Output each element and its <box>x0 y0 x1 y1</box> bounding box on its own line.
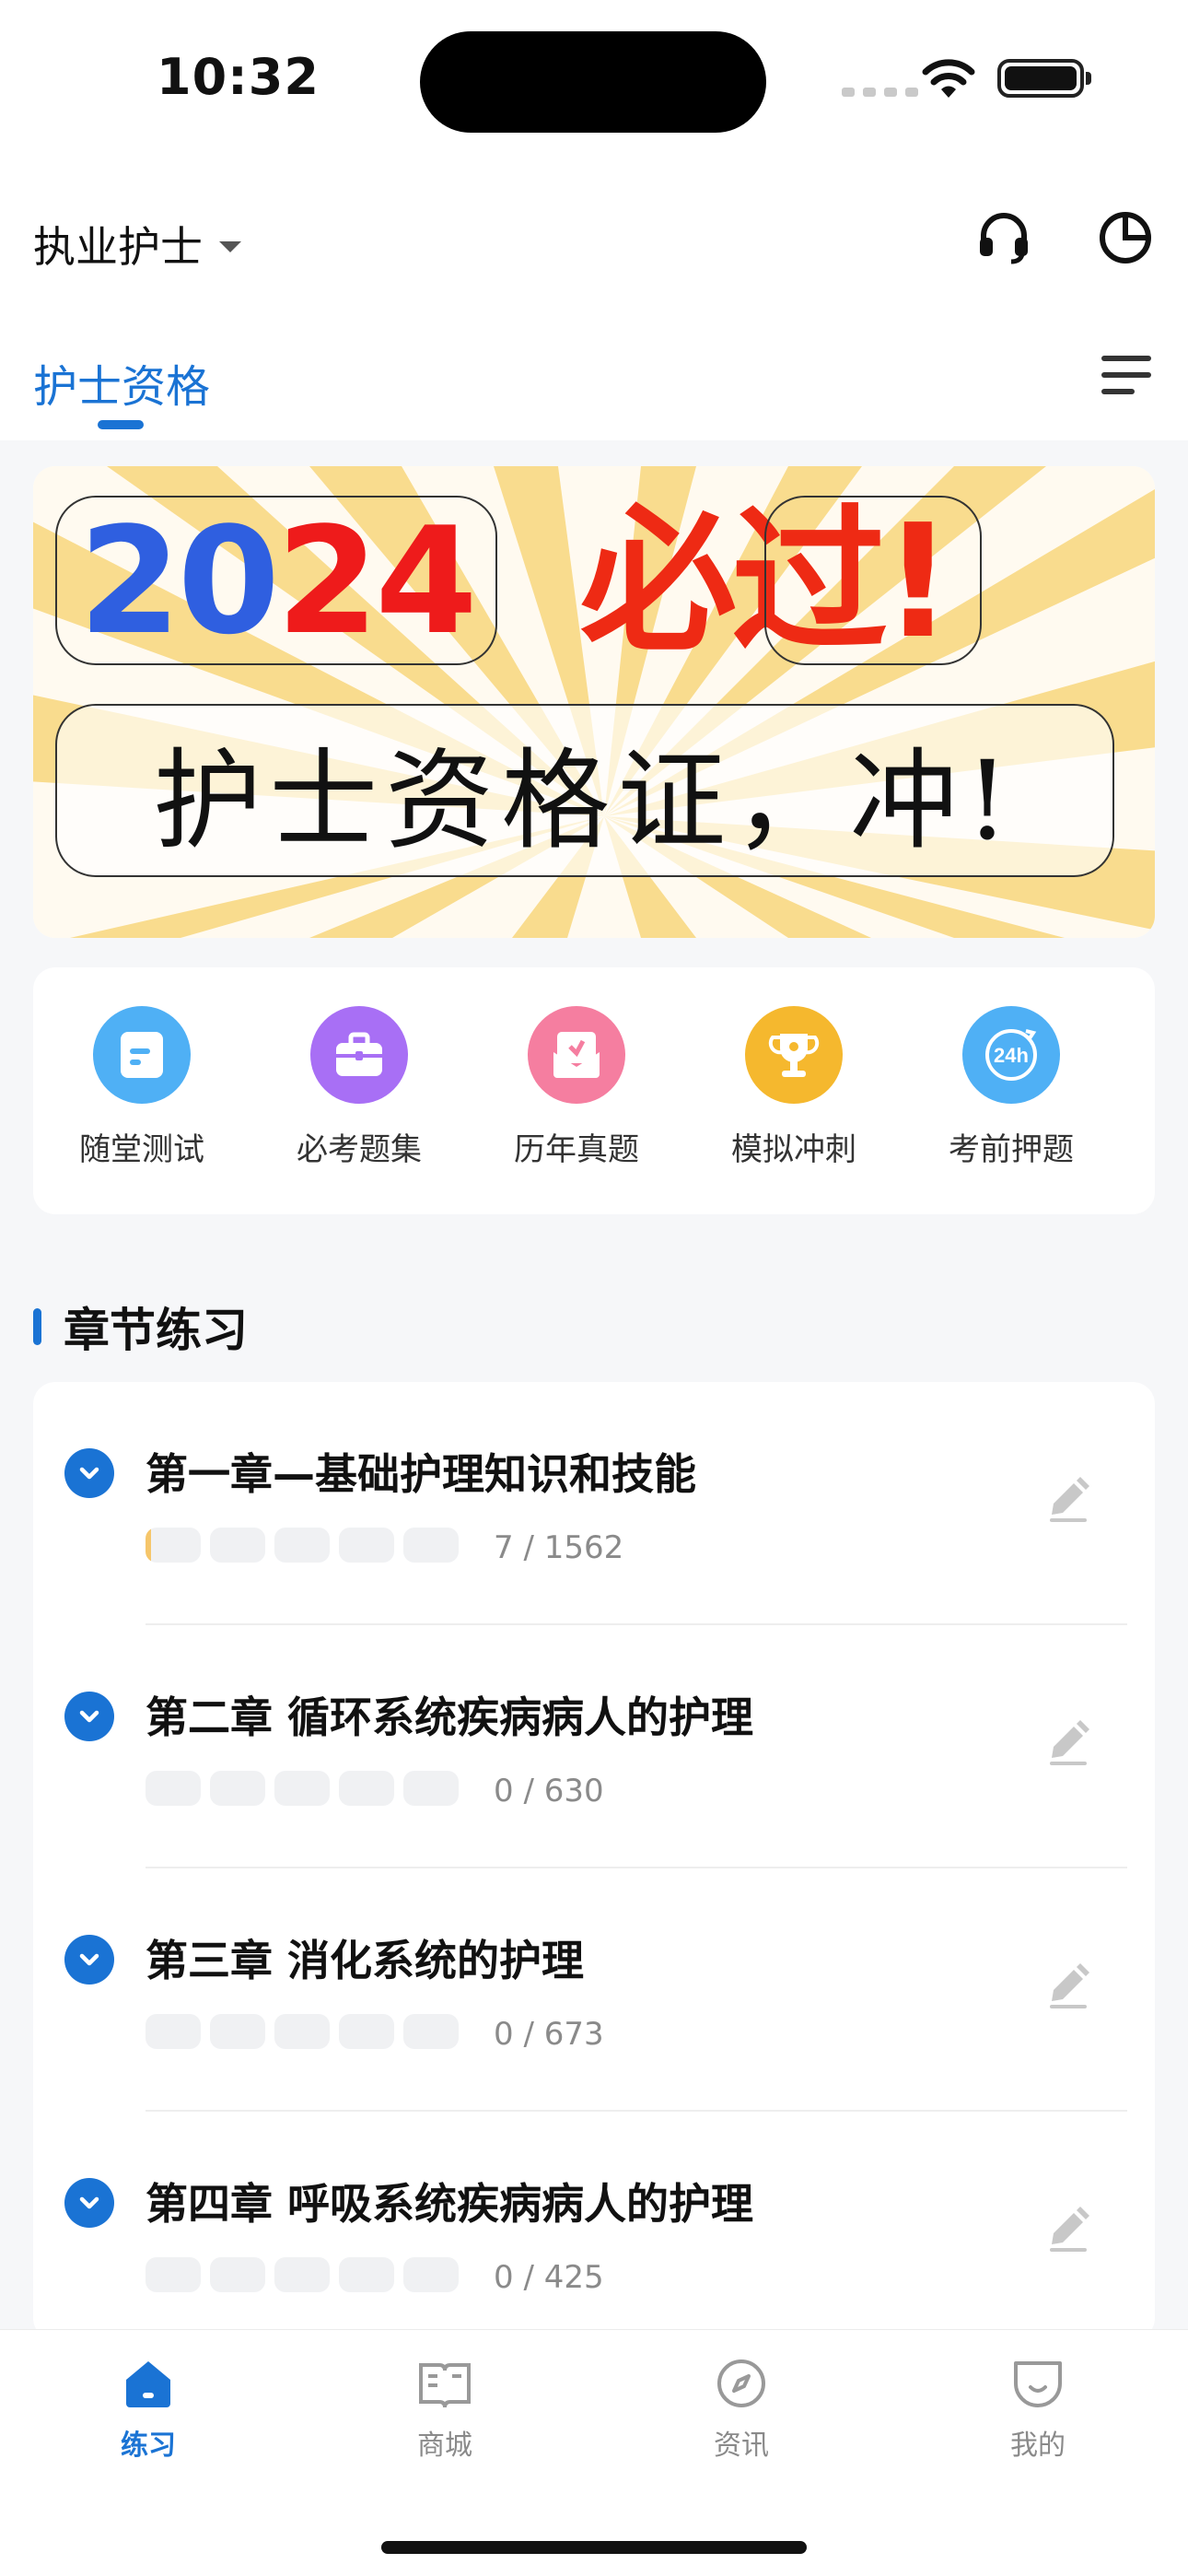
chapter-count: 0 / 630 <box>494 1773 604 1809</box>
briefcase-icon <box>310 1006 408 1104</box>
chapter-progress-bar <box>146 1771 459 1806</box>
book-open-icon <box>419 2363 471 2408</box>
chapter-title: 第三章 消化系统的护理 <box>146 1936 585 1985</box>
chapter-progress-bar <box>146 1528 459 1563</box>
headset-icon[interactable] <box>974 208 1033 267</box>
tab-mine[interactable]: 我的 <box>890 2356 1186 2463</box>
chapter-list: 第一章—基础护理知识和技能 7 / 1562 第二章 循环系统疾病病人的护理 0… <box>33 1382 1155 2340</box>
profession-selector[interactable]: 执业护士 <box>33 214 241 275</box>
smile-icon <box>1014 2361 1062 2407</box>
tab-label: 资讯 <box>714 2430 769 2462</box>
chapter-title: 第四章 呼吸系统疾病病人的护理 <box>146 2179 754 2229</box>
cellular-signal-icon <box>842 88 918 97</box>
tab-label: 练习 <box>121 2430 176 2462</box>
chapter-progress-bar <box>146 2257 459 2292</box>
chevron-down-icon[interactable] <box>64 1448 114 1498</box>
chevron-down-icon[interactable] <box>64 1692 114 1741</box>
status-time: 10:32 <box>157 48 320 106</box>
chapter-title: 第一章—基础护理知识和技能 <box>146 1449 696 1499</box>
home-icon <box>126 2361 170 2407</box>
banner-year-part-a: 20 <box>78 494 280 667</box>
banner-highlight-frame <box>764 496 982 665</box>
chevron-down-icon[interactable] <box>64 2178 114 2228</box>
home-indicator <box>381 2541 807 2554</box>
quick-action-label: 随堂测试 <box>79 1131 204 1168</box>
quick-actions-card: 随堂测试 必考题集 历年真题 模拟冲刺 24h 考前押题 <box>33 967 1155 1214</box>
list-item[interactable]: 第二章 循环系统疾病病人的护理 0 / 630 <box>33 1625 1155 1868</box>
battery-icon <box>997 59 1091 98</box>
banner-year-part-b: 24 <box>276 494 478 667</box>
tab-label: 商城 <box>417 2430 472 2462</box>
chapter-progress-bar <box>146 2014 459 2049</box>
chapter-title: 第二章 循环系统疾病病人的护理 <box>146 1692 754 1742</box>
pencil-icon[interactable] <box>1046 1715 1090 1767</box>
svg-text:24h: 24h <box>994 1044 1029 1067</box>
banner-year: 20 24 <box>55 494 497 667</box>
list-item[interactable]: 第三章 消化系统的护理 0 / 673 <box>33 1868 1155 2112</box>
mail-open-icon <box>528 1006 625 1104</box>
pencil-icon[interactable] <box>1046 2202 1090 2254</box>
bottom-tab-bar: 练习 商城 资讯 我的 <box>0 2329 1188 2576</box>
wifi-icon <box>922 59 975 98</box>
section-title: 章节练习 <box>64 1304 248 1357</box>
quick-action-past-exams[interactable]: 历年真题 <box>468 1006 685 1169</box>
profession-title: 执业护士 <box>33 222 203 272</box>
banner-slogan: 护士资格证，冲! <box>55 704 1114 877</box>
quick-action-in-class-test[interactable]: 随堂测试 <box>33 1006 250 1169</box>
tab-nurse-qualification[interactable]: 护士资格 <box>33 350 210 415</box>
quick-action-label: 考前押题 <box>949 1131 1074 1168</box>
quick-action-must-test-set[interactable]: 必考题集 <box>250 1006 468 1169</box>
status-bar: 10:32 <box>0 0 1188 157</box>
dynamic-island <box>420 31 766 133</box>
tab-label: 我的 <box>1010 2430 1066 2462</box>
pencil-icon[interactable] <box>1046 1472 1090 1524</box>
compass-icon <box>717 2359 765 2407</box>
chapter-count: 7 / 1562 <box>494 1529 624 1566</box>
caret-down-icon <box>219 241 241 252</box>
document-icon <box>93 1006 191 1104</box>
app-header: 执业护士 护士资格 <box>0 157 1188 440</box>
tab-practice[interactable]: 练习 <box>0 2356 297 2463</box>
clock-24h-icon: 24h <box>962 1006 1060 1104</box>
quick-action-label: 必考题集 <box>297 1131 422 1168</box>
tab-news[interactable]: 资讯 <box>593 2356 890 2463</box>
chapter-count: 0 / 673 <box>494 2016 604 2053</box>
quick-action-label: 模拟冲刺 <box>731 1131 856 1168</box>
quick-action-pre-exam-predictions[interactable]: 24h 考前押题 <box>903 1006 1120 1169</box>
promo-banner[interactable]: 20 24 必过! 护士资格证，冲! <box>33 466 1155 938</box>
active-tab-indicator <box>98 420 144 429</box>
section-accent-bar <box>33 1308 41 1345</box>
section-header: 章节练习 <box>33 1294 248 1360</box>
pencil-icon[interactable] <box>1046 1959 1090 2010</box>
chevron-down-icon[interactable] <box>64 1935 114 1985</box>
tab-store[interactable]: 商城 <box>297 2356 593 2463</box>
menu-icon[interactable] <box>1101 356 1151 394</box>
chapter-count: 0 / 425 <box>494 2259 604 2296</box>
quick-action-label: 历年真题 <box>514 1131 639 1168</box>
quick-action-mock-sprint[interactable]: 模拟冲刺 <box>685 1006 903 1169</box>
list-item[interactable]: 第四章 呼吸系统疾病病人的护理 0 / 425 <box>33 2112 1155 2340</box>
statistics-icon[interactable] <box>1096 208 1155 267</box>
trophy-icon <box>745 1006 843 1104</box>
list-item[interactable]: 第一章—基础护理知识和技能 7 / 1562 <box>33 1382 1155 1625</box>
